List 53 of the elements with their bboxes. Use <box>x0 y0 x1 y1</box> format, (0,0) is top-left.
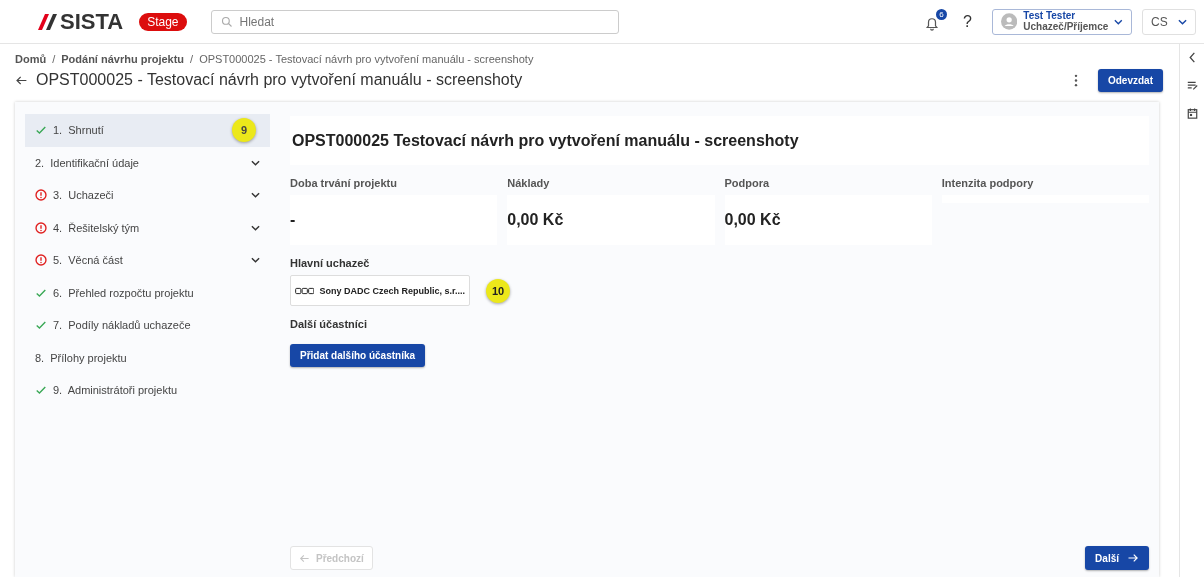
summary-title: OPST000025 Testovací návrh pro vytvoření manuálu - screenshoty <box>292 131 799 150</box>
page-title: OPST000025 - Testovací návrh pro vytvoření manuálu - screenshoty <box>36 71 523 89</box>
chevron-icon <box>1114 18 1123 25</box>
stat-label: Intenzita podpory <box>941 177 1035 189</box>
search-icon <box>220 15 233 28</box>
step-item[interactable]: 7. Podíly nákladů uchazeče <box>25 309 270 342</box>
breadcrumb[interactable]: Domů <box>15 53 47 65</box>
stat-value: - <box>290 211 296 229</box>
language-select[interactable]: CS <box>1142 8 1196 35</box>
applicant-name: Sony DADC Czech Republic, s.r.... <box>319 285 465 296</box>
applicant-card[interactable]: Sony DADC Czech Republic, s.r.... <box>290 275 470 306</box>
help-button[interactable]: ? <box>963 12 972 31</box>
user-name: Test Tester <box>1023 11 1077 22</box>
step-item[interactable]: 2. Identifikační údaje <box>25 146 270 179</box>
notifications-button[interactable]: 6 <box>925 12 944 31</box>
callout-marker: 10 <box>486 278 510 303</box>
submit-button[interactable]: Odevzdat <box>1098 68 1163 92</box>
section-label: Hlavní uchazeč <box>290 257 371 269</box>
step-item[interactable]: 1. Shrnutí 9 <box>25 114 270 147</box>
breadcrumb: OPST000025 - Testovací návrh pro vytvoření manuálu - screenshoty <box>199 53 534 65</box>
step-item[interactable]: 6. Přehled rozpočtu projektu <box>25 276 270 309</box>
arrow-right-icon <box>1127 552 1139 564</box>
stat-label: Doba trvání projektu <box>290 177 398 189</box>
arrow-left-icon <box>299 552 310 564</box>
step-item[interactable]: 9. Administrátoři projektu <box>25 374 270 407</box>
callout-marker: 9 <box>232 118 256 142</box>
stat-label: Náklady <box>507 177 551 189</box>
section-label: Další účastníci <box>290 318 369 330</box>
stat-label: Podpora <box>724 177 771 189</box>
breadcrumb-separator: / <box>190 53 194 65</box>
chevron-icon <box>1178 18 1187 25</box>
collapse-icon[interactable] <box>1186 52 1198 63</box>
organization-icon <box>295 285 315 296</box>
user-menu[interactable]: Test Tester Uchazeč/Příjemce <box>992 8 1132 35</box>
stat-value: 0,00 Kč <box>724 211 781 229</box>
step-item[interactable]: 5. Věcná část <box>25 244 270 277</box>
more-options-icon[interactable] <box>1074 73 1078 87</box>
step-item[interactable]: 8. Přílohy projektu <box>25 341 270 374</box>
edit-list-icon[interactable] <box>1186 80 1198 91</box>
avatar-icon <box>1001 13 1018 30</box>
notification-count: 6 <box>936 8 948 20</box>
step-item[interactable]: 3. Uchazeči <box>25 179 270 212</box>
add-participant-button[interactable]: Přidat dalšího účastníka <box>290 344 426 367</box>
logo[interactable]: SISTA <box>36 8 124 35</box>
search-field[interactable]: Hledat <box>210 9 619 34</box>
step-item[interactable]: 4. Řešitelský tým <box>25 211 270 244</box>
environment-badge: Stage <box>139 12 187 31</box>
user-role: Uchazeč/Příjemce <box>1023 21 1109 32</box>
calendar-icon[interactable] <box>1186 108 1198 119</box>
stat-value: 0,00 Kč <box>507 211 564 229</box>
breadcrumb[interactable]: Podání návrhu projektu <box>61 53 185 65</box>
next-button[interactable]: Další <box>1085 546 1149 570</box>
breadcrumb-separator: / <box>52 53 56 65</box>
